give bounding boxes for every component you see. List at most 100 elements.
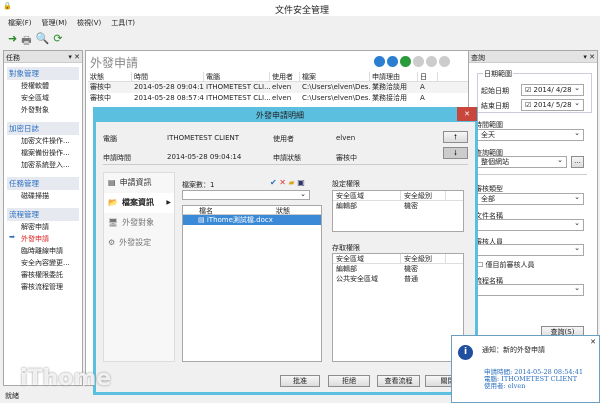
sidebar-item[interactable]: 安全內容變更... <box>7 257 79 269</box>
table-row[interactable]: 審核中 2014-05-28 09:04:14 ITHOMETEST CLI... e… <box>88 82 469 93</box>
menu-tools[interactable]: 工具(T) <box>111 18 135 28</box>
end-date-picker[interactable]: ☑ 2014/ 5/28 <box>521 98 584 111</box>
time-range-select[interactable]: 全天 <box>477 128 584 141</box>
filename-input[interactable] <box>477 218 584 231</box>
file-list: 檔名 狀態 ▤ iThome測試檔.docx <box>182 205 322 362</box>
dialog-nav: ▤ 申請資訊 📂 檔案資訊 ▶ 🖥 外發對象 ⚙ 外發設定 <box>103 172 175 362</box>
toolbar: ➜ 🖶 🔍 ⟳ <box>8 32 63 51</box>
browse-button[interactable]: ... <box>571 156 584 168</box>
sidebar-item[interactable]: 審核權限委託 <box>7 269 79 281</box>
next-icon[interactable] <box>439 56 450 67</box>
sidebar-item[interactable]: 磁碟掃描 <box>7 190 79 202</box>
type-select[interactable]: 全部 <box>477 192 584 205</box>
file-path-input[interactable] <box>182 189 310 200</box>
sidebar-item[interactable]: 解密申請 <box>7 221 79 233</box>
check-icon[interactable]: ✔ <box>270 178 277 187</box>
edit-icon[interactable] <box>387 56 398 67</box>
perm-row: 編輯部 機密 <box>333 201 463 211</box>
scope-input[interactable]: 整個網站 <box>477 155 567 168</box>
sidebar-item[interactable]: 加密文件操作... <box>7 135 79 147</box>
table-cell: 編輯部 <box>336 265 357 273</box>
access-perm-title: 存取權限 <box>332 244 360 252</box>
reviewer-input[interactable] <box>477 243 584 256</box>
close-icon[interactable]: ▾ ✕ <box>583 53 595 61</box>
time-label: 申請時間 <box>103 154 131 162</box>
sidebar-item[interactable]: 加密系統登入... <box>7 159 79 171</box>
divider <box>475 174 587 175</box>
watermark-logo: iThome <box>20 366 112 391</box>
sidebar-item[interactable]: 安全區域 <box>7 92 79 104</box>
start-date-picker[interactable]: ☑ 2014/ 4/28 <box>521 83 584 96</box>
column-header[interactable]: 日 <box>418 72 438 81</box>
prev-icon[interactable] <box>426 56 437 67</box>
only-current-checkbox[interactable]: ☐ 僅目前審核人員 <box>477 260 535 270</box>
query-title: 查詢 <box>471 54 485 62</box>
user-label: 使用者 <box>273 135 294 143</box>
table-cell: C:\Users\elven\Des... <box>302 94 370 102</box>
sidebar-item[interactable]: 審核流程管理 <box>7 281 79 293</box>
dialog-nav-item[interactable]: ⚙ 外發設定 <box>104 233 174 253</box>
view-flow-button[interactable]: 查看流程 <box>377 375 420 387</box>
dialog-nav-item[interactable]: 🖥 外發對象 <box>104 213 174 233</box>
table-cell: elven <box>272 83 292 91</box>
sidebar-item[interactable]: 授權軟體 <box>7 80 79 92</box>
sidebar-item-label: 授權軟體 <box>21 82 49 90</box>
menu-manage[interactable]: 管理(M) <box>42 18 68 28</box>
flow-input[interactable] <box>477 283 584 296</box>
folder-icon[interactable]: ▰ <box>289 178 295 187</box>
close-icon[interactable]: ✕ <box>590 338 596 346</box>
sidebar-item[interactable]: 臨時離線申請 <box>7 245 79 257</box>
column-header[interactable]: 申請理由 <box>370 72 418 81</box>
task-panel: 任務 ▾ ✕ 對象管理授權軟體安全區域外發對象加密日誌 加密文件操作... 檔案備份操… <box>3 50 83 386</box>
table-header: 狀態 時間 電腦 使用者 檔案 申請理由日 <box>88 72 469 82</box>
table-cell: 機密 <box>404 265 418 273</box>
table-cell: C:\Users\elven\Des... <box>302 83 370 91</box>
set-perm-table: 安全區域 安全級別 編輯部 機密 <box>332 190 464 232</box>
sidebar-item[interactable]: 外發對象 <box>7 104 79 116</box>
sidebar-item-label: 加密系統登入... <box>21 161 70 169</box>
table-cell: 公共安全區域 <box>336 275 378 283</box>
sidebar-item[interactable]: ➡ 外發申請 <box>7 233 79 245</box>
table-row[interactable]: 審核中 2014-05-28 08:57:49 ITHOMETEST CLI... e… <box>88 93 469 104</box>
forward-icon[interactable] <box>413 56 424 67</box>
column-header[interactable]: 檔案 <box>300 72 370 81</box>
column-header[interactable]: 狀態 <box>88 72 132 81</box>
menu-file[interactable]: 檔案(F) <box>8 18 32 28</box>
column-header[interactable]: 時間 <box>132 72 204 81</box>
refresh-icon[interactable]: ⟳ <box>53 32 62 51</box>
close-icon[interactable]: ▾ ✕ <box>68 53 80 61</box>
group-header[interactable]: 加密日誌 <box>7 122 79 135</box>
back-icon[interactable] <box>400 56 411 67</box>
column-header[interactable]: 使用者 <box>270 72 300 81</box>
approve-button[interactable]: 批准 <box>280 375 320 387</box>
file-row[interactable]: ▤ iThome測試檔.docx <box>183 215 321 225</box>
task-panel-header: 任務 ▾ ✕ <box>4 51 82 63</box>
table-cell: 審核中 <box>90 83 111 91</box>
group-header[interactable]: 任務管理 <box>7 177 79 190</box>
column-header[interactable]: 電腦 <box>204 72 270 81</box>
table-cell: ITHOMETEST CLI... <box>206 83 270 91</box>
sidebar-item-label: 磁碟掃描 <box>21 192 49 200</box>
reject-button[interactable]: 拒絕 <box>328 375 370 387</box>
dialog-nav-item[interactable]: ▤ 申請資訊 <box>104 173 174 193</box>
up-button[interactable]: 🠕 <box>443 131 468 143</box>
down-button[interactable]: 🠗 <box>443 147 468 159</box>
table-cell: 機密 <box>404 202 418 210</box>
menu-view[interactable]: 檢視(V) <box>77 18 101 28</box>
delete-icon[interactable]: ✕ <box>279 178 286 187</box>
dialog-nav-item[interactable]: 📂 檔案資訊 ▶ <box>104 193 174 213</box>
group-header[interactable]: 流程管理 <box>7 208 79 221</box>
dialog-title: 外發申請明細 <box>256 111 304 120</box>
import-icon[interactable]: ➜ <box>8 32 17 51</box>
print-icon[interactable]: 🖶 <box>21 32 31 51</box>
save-icon[interactable]: ▣ <box>297 178 305 187</box>
sidebar-item-label: 安全區域 <box>21 94 49 102</box>
sidebar-item[interactable]: 檔案備份操作... <box>7 147 79 159</box>
add-icon[interactable] <box>374 56 385 67</box>
nav-label: 外發設定 <box>119 238 152 247</box>
menu-bar: 檔案(F) 管理(M) 檢視(V) 工具(T) <box>8 18 135 28</box>
action-icons <box>374 56 452 69</box>
preview-icon[interactable]: 🔍 <box>36 32 50 51</box>
group-header[interactable]: 對象管理 <box>7 67 79 80</box>
close-button[interactable]: ✕ <box>457 107 477 121</box>
